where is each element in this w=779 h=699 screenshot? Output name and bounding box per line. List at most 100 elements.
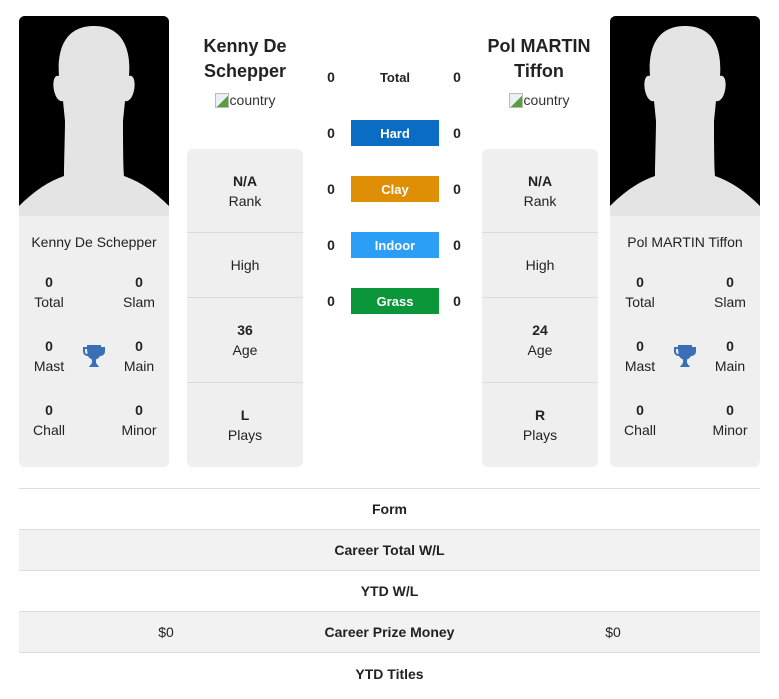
- titles-total-value: 0: [45, 274, 53, 290]
- stat-label: Career Prize Money: [324, 624, 455, 640]
- country-alt-text: country: [523, 92, 570, 108]
- trophy-icon: [670, 336, 700, 376]
- high-row: High: [187, 233, 303, 298]
- titles-slam: 0 Slam: [109, 272, 169, 312]
- surface-row-grass: 0 Grass 0: [320, 288, 470, 314]
- rank-row: N/A Rank: [482, 149, 598, 233]
- high-label: High: [525, 257, 555, 273]
- age-label: Age: [232, 342, 258, 358]
- indoor-left-score: 0: [327, 237, 335, 253]
- titles-main-label: Main: [714, 358, 746, 374]
- player-card-right: Pol MARTIN Tiffon 0 Total 0 Slam 0 Mast 0 Ma…: [610, 16, 760, 467]
- titles-minor-value: 0: [726, 402, 734, 418]
- stats-row-ytd-wl: YTD W/L: [19, 571, 760, 612]
- titles-mast-value: 0: [45, 338, 53, 354]
- player-photo-left: [19, 16, 169, 216]
- rank-label: Rank: [228, 192, 262, 209]
- titles-minor-label: Minor: [712, 422, 748, 438]
- surface-badge-clay: Clay: [351, 176, 439, 202]
- titles-chall: 0 Chall: [19, 400, 79, 440]
- titles-total: 0 Total: [19, 272, 79, 312]
- hard-right-score: 0: [453, 125, 461, 141]
- rank-label: Rank: [523, 192, 557, 209]
- titles-minor-value: 0: [135, 402, 143, 418]
- plays-label: Plays: [522, 427, 558, 443]
- country-flag-left: country: [214, 92, 276, 108]
- country-alt-text: country: [229, 92, 276, 108]
- age-value: 24: [532, 322, 548, 338]
- rank-value: N/A: [232, 172, 258, 189]
- titles-total-value: 0: [636, 274, 644, 290]
- stats-row-form: Form: [19, 489, 760, 530]
- stats-row-ytd-titles: YTD Titles: [19, 653, 760, 694]
- titles-slam-value: 0: [726, 274, 734, 290]
- titles-slam-label: Slam: [714, 294, 746, 310]
- player-name-link-right[interactable]: Pol MARTIN Tiffon: [474, 34, 604, 84]
- player-name-line1: Pol MARTIN: [487, 36, 591, 56]
- stat-label: Form: [372, 501, 407, 517]
- stats-row-prize-money: $0 Career Prize Money $0: [19, 612, 760, 653]
- plays-label: Plays: [227, 427, 263, 443]
- stat-label: Career Total W/L: [334, 542, 445, 558]
- titles-main-label: Main: [123, 358, 155, 374]
- surface-badge-hard: Hard: [351, 120, 439, 146]
- high-label: High: [230, 257, 260, 273]
- titles-chall-value: 0: [45, 402, 53, 418]
- clay-right-score: 0: [453, 181, 461, 197]
- trophy-icon: [79, 336, 109, 376]
- plays-row: R Plays: [482, 383, 598, 467]
- surface-badge-grass: Grass: [351, 288, 439, 314]
- player-header-right: Pol MARTIN Tiffon country: [474, 34, 604, 113]
- titles-mast-label: Mast: [33, 358, 65, 374]
- comparison-table: Form Career Total W/L YTD W/L $0 Career …: [19, 488, 760, 694]
- surface-badge-indoor: Indoor: [351, 232, 439, 258]
- clay-left-score: 0: [327, 181, 335, 197]
- titles-main: 0 Main: [700, 336, 760, 376]
- titles-chall-label: Chall: [624, 422, 656, 438]
- plays-value: R: [534, 407, 546, 423]
- titles-total: 0 Total: [610, 272, 670, 312]
- titles-slam: 0 Slam: [700, 272, 760, 312]
- player-name-card: Kenny De Schepper: [31, 234, 157, 250]
- player-silhouette-icon: [19, 16, 169, 216]
- titles-main-value: 0: [135, 338, 143, 354]
- titles-mast-label: Mast: [624, 358, 656, 374]
- titles-minor: 0 Minor: [700, 400, 760, 440]
- titles-slam-label: Slam: [123, 294, 155, 310]
- player-name-link-left[interactable]: Kenny De Schepper: [180, 34, 310, 84]
- broken-image-icon: [214, 92, 229, 108]
- player-name-card: Pol MARTIN Tiffon: [627, 234, 743, 250]
- titles-slam-value: 0: [135, 274, 143, 290]
- hard-left-score: 0: [327, 125, 335, 141]
- titles-main: 0 Main: [109, 336, 169, 376]
- stat-label: YTD Titles: [355, 665, 424, 682]
- titles-minor-label: Minor: [121, 422, 157, 438]
- titles-mast: 0 Mast: [19, 336, 79, 376]
- h2h-total-left: 0: [327, 69, 335, 85]
- age-row: 36 Age: [187, 298, 303, 383]
- stats-row-career-wl: Career Total W/L: [19, 530, 760, 571]
- player-silhouette-icon: [610, 16, 760, 216]
- player-card-left: Kenny De Schepper 0 Total 0 Slam 0 Mast 0 Ma…: [19, 16, 169, 467]
- titles-mast: 0 Mast: [610, 336, 670, 376]
- titles-mast-value: 0: [636, 338, 644, 354]
- age-label: Age: [527, 342, 553, 358]
- high-row: High: [482, 233, 598, 298]
- player-info-right: N/A Rank High 24 Age R Plays: [482, 149, 598, 467]
- player-header-left: Kenny De Schepper country: [180, 34, 310, 113]
- stat-label: YTD W/L: [360, 583, 419, 599]
- grass-right-score: 0: [453, 293, 461, 309]
- country-flag-right: country: [508, 92, 570, 108]
- broken-image-icon: [508, 92, 523, 108]
- titles-chall-value: 0: [636, 402, 644, 418]
- h2h-total-label: Total: [379, 70, 411, 85]
- grass-left-score: 0: [327, 293, 335, 309]
- titles-total-label: Total: [625, 294, 655, 310]
- titles-chall-label: Chall: [33, 422, 65, 438]
- h2h-total-right: 0: [453, 69, 461, 85]
- titles-minor: 0 Minor: [109, 400, 169, 440]
- indoor-right-score: 0: [453, 237, 461, 253]
- plays-row: L Plays: [187, 383, 303, 467]
- player-name-line2: Schepper: [203, 61, 287, 81]
- rank-value: N/A: [527, 172, 553, 189]
